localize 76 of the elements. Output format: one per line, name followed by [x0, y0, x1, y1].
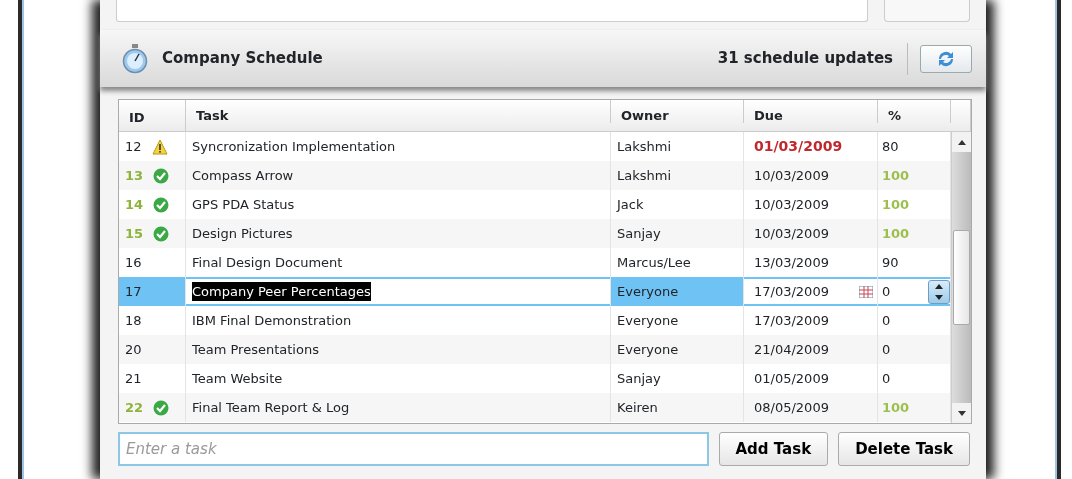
- percent-cell-text: 90: [882, 253, 899, 272]
- due-cell-text: 01/03/2009: [754, 137, 843, 156]
- up-arrow-icon: [935, 283, 943, 289]
- panel-title: Company Schedule: [162, 48, 324, 70]
- spinner-button[interactable]: [928, 279, 950, 304]
- percent-cell-text: 0: [882, 311, 891, 330]
- owner-cell-text: Everyone: [617, 340, 679, 359]
- percent-cell-text: 100: [882, 195, 910, 214]
- scroll-down-icon[interactable]: [957, 410, 966, 416]
- id-cell-text: 21: [125, 369, 142, 388]
- stopwatch-icon: [122, 43, 148, 74]
- id-cell-text: 15: [125, 224, 144, 243]
- percent-cell-text: 0: [882, 282, 891, 301]
- down-arrow-icon: [935, 294, 943, 300]
- refresh-icon: [936, 49, 956, 68]
- column-header[interactable]: Task: [196, 108, 229, 123]
- id-cell-text: 12: [125, 137, 142, 156]
- owner-cell-text: Jack: [617, 195, 644, 214]
- column-header[interactable]: ID: [129, 110, 145, 125]
- percent-cell-text: 0: [882, 369, 891, 388]
- due-cell-text: 01/05/2009: [754, 369, 829, 388]
- table-row[interactable]: 20 Team Presentations Everyone 21/04/2009 0: [119, 335, 951, 364]
- updates-count: 31 schedule updates: [717, 42, 908, 75]
- id-cell-text: 16: [125, 253, 142, 272]
- id-cell-text: 14: [125, 195, 144, 214]
- task-cell-text: GPS PDA Status: [192, 195, 295, 214]
- task-cell-text: Final Design Document: [192, 253, 343, 272]
- task-cell-text: Team Website: [192, 369, 283, 388]
- calendar-icon[interactable]: [859, 285, 873, 298]
- due-cell-text: 10/03/2009: [754, 224, 829, 243]
- scroll-up-icon[interactable]: [957, 139, 966, 145]
- table-row[interactable]: 15 Design Pictures Sanjay 10/03/2009 100: [119, 219, 951, 248]
- percent-cell-text: 100: [882, 398, 910, 417]
- table-row[interactable]: 17 Company Peer Percentages Everyone 17/03/2009 0: [119, 277, 951, 306]
- column-header[interactable]: Due: [754, 108, 783, 123]
- owner-cell-text: Lakshmi: [617, 137, 672, 156]
- id-cell-text: 18: [125, 311, 142, 330]
- table-row[interactable]: 22 Final Team Report & Log Keiren 08/05/2009 100: [119, 393, 951, 422]
- due-cell-text: 13/03/2009: [754, 253, 829, 272]
- owner-cell-text: Sanjay: [617, 224, 661, 243]
- task-cell-text: Syncronization Implementation: [192, 137, 396, 156]
- owner-cell-text: Everyone: [617, 311, 679, 330]
- percent-cell-text: 100: [882, 224, 910, 243]
- owner-cell-text: Everyone: [617, 282, 679, 301]
- column-header[interactable]: %: [888, 108, 902, 123]
- table-row[interactable]: 13 Compass Arrow Lakshmi 10/03/2009 100: [119, 161, 951, 190]
- id-cell-text: 13: [125, 166, 144, 185]
- due-cell-text: 08/05/2009: [754, 398, 829, 417]
- id-cell-text: 20: [125, 340, 142, 359]
- due-cell-text: 10/03/2009: [754, 166, 829, 185]
- column-header[interactable]: Owner: [621, 108, 669, 123]
- owner-cell-text: Marcus/Lee: [617, 253, 691, 272]
- scrollbar[interactable]: [951, 132, 971, 423]
- due-cell-text: 10/03/2009: [754, 195, 829, 214]
- id-cell-text: 22: [125, 398, 144, 417]
- due-cell-text: 17/03/2009: [754, 311, 829, 330]
- task-cell-text: Design Pictures: [192, 224, 293, 243]
- owner-cell-text: Lakshmi: [617, 166, 672, 185]
- status-field[interactable]: [116, 0, 868, 22]
- owner-cell-text: Keiren: [617, 398, 658, 417]
- task-cell-text: Team Presentations: [192, 340, 319, 359]
- delete-task-button[interactable]: Delete Task: [838, 432, 970, 466]
- refresh-button[interactable]: [920, 44, 972, 73]
- percent-cell-text: 0: [882, 340, 891, 359]
- owner-cell-text: Sanjay: [617, 369, 661, 388]
- due-cell-text: 17/03/2009: [754, 282, 829, 301]
- task-cell-text: Compass Arrow: [192, 166, 294, 185]
- id-cell-text: 17: [125, 282, 142, 301]
- percent-cell-text: 80: [882, 137, 899, 156]
- task-cell-text: Final Team Report & Log: [192, 398, 350, 417]
- due-cell-text: 21/04/2009: [754, 340, 829, 359]
- percent-cell-text: 100: [882, 166, 910, 185]
- task-cell: Company Peer Percentages: [192, 281, 371, 302]
- task-cell-text: IBM Final Demonstration: [192, 311, 352, 330]
- add-task-button[interactable]: Add Task: [718, 432, 829, 466]
- task-input[interactable]: Enter a task: [118, 432, 709, 466]
